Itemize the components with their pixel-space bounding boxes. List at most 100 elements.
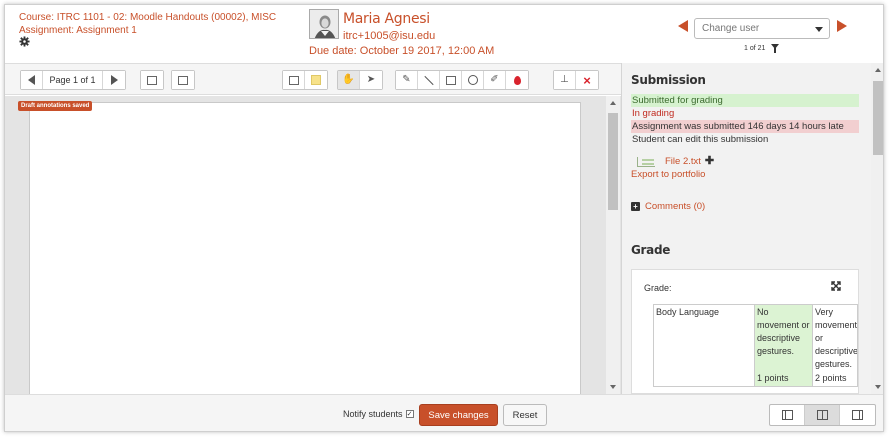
submission-file: File 2.txt ✚ (637, 156, 714, 167)
layout-left-icon (781, 410, 793, 420)
scroll-up-icon[interactable] (610, 101, 616, 105)
comment-tools (282, 70, 328, 90)
pan-tool-button[interactable]: ✋ (338, 71, 360, 89)
expand-comments-group (171, 70, 195, 90)
rubric-table: Body Language No movement or descriptive… (653, 304, 858, 387)
table-row: Body Language No movement or descriptive… (653, 304, 858, 387)
cursor-icon: ➤ (366, 74, 376, 85)
file-link[interactable]: File 2.txt (665, 156, 701, 167)
highlight-tool-button[interactable]: ✐ (484, 71, 506, 89)
expand-plus-icon: + (631, 202, 640, 211)
filter-icon[interactable] (771, 44, 779, 53)
change-user-select[interactable]: Change user (694, 18, 830, 39)
sticky-note-icon (311, 75, 321, 85)
rubric-level-2[interactable]: Very movement or descriptive gestures. 2… (812, 304, 858, 387)
status-late: Assignment was submitted 146 days 14 hou… (631, 120, 859, 133)
export-portfolio-link[interactable]: Export to portfolio (631, 169, 705, 180)
grade-box: Grade: Body Language No movement or desc… (631, 269, 859, 394)
rectangle-icon (445, 75, 456, 85)
previous-page-button[interactable] (21, 71, 43, 89)
scroll-down-icon[interactable] (610, 385, 616, 389)
highlighter-icon: ✐ (490, 74, 499, 85)
collapse-review-panel-button[interactable] (840, 405, 875, 425)
notify-checkbox[interactable]: ✓ (405, 410, 414, 418)
gear-icon[interactable] (19, 36, 30, 47)
stamp-tool-button[interactable]: ⊥ (554, 71, 576, 89)
rubric-criterion: Body Language (653, 304, 755, 387)
save-changes-button[interactable]: Save changes (419, 404, 498, 426)
page-select[interactable]: Page 1 of 1 (43, 71, 103, 89)
user-pager-count: 1 of 21 (744, 45, 766, 52)
annotation-color-button[interactable] (506, 71, 528, 89)
rubric-level-1-text: No movement or descriptive gestures. (757, 307, 810, 356)
page-navigation: Page 1 of 1 (20, 70, 126, 90)
previous-user-arrow-icon[interactable] (678, 20, 688, 32)
close-icon: × (583, 72, 591, 88)
comment-tool-button[interactable] (283, 71, 305, 89)
comment-color-button[interactable] (305, 71, 327, 89)
reset-button[interactable]: Reset (503, 404, 547, 426)
rubric-level-2-points: 2 points (815, 373, 847, 383)
assignment-link[interactable]: Assignment: Assignment 1 (19, 24, 276, 37)
layout-split-icon (816, 410, 828, 420)
pointer-tools: ✋ ➤ (337, 70, 383, 90)
select-tool-button[interactable]: ➤ (360, 71, 382, 89)
avatar[interactable] (309, 9, 339, 39)
chevron-right-icon (110, 75, 118, 85)
draft-saved-badge: Draft annotations saved (18, 101, 93, 111)
oval-tool-button[interactable] (462, 71, 484, 89)
line-tool-button[interactable] (418, 71, 440, 89)
grade-heading: Grade (631, 243, 671, 257)
stamp-icon: ⊥ (560, 74, 569, 85)
chevron-down-icon (815, 27, 823, 32)
file-tree-icon (637, 156, 655, 167)
fullscreen-icon[interactable] (831, 281, 841, 291)
delete-annotation-button[interactable]: × (576, 71, 598, 89)
collapse-grade-panel-button[interactable] (770, 405, 805, 425)
default-layout-button[interactable] (805, 405, 840, 425)
pen-icon: ✎ (402, 74, 411, 85)
comment-icon (288, 75, 299, 85)
user-name[interactable]: Maria Agnesi (343, 11, 430, 27)
expand-comments-icon (178, 75, 188, 85)
grader-footer: Notify students ✓ Save changes Reset (5, 394, 883, 431)
status-editable: Student can edit this submission (632, 134, 769, 145)
rubric-level-1[interactable]: No movement or descriptive gestures. 1 p… (754, 304, 813, 387)
submission-heading: Submission (631, 73, 706, 87)
notify-students: Notify students ✓ (343, 409, 414, 419)
search-comments-button[interactable] (141, 71, 163, 89)
pen-tool-button[interactable]: ✎ (396, 71, 418, 89)
annotation-toolbar: Page 1 of 1 ✋ ➤ ✎ ✐ ⊥ × (5, 63, 621, 95)
chevron-left-icon (28, 75, 35, 85)
document-scrollbar[interactable] (606, 96, 620, 394)
course-link[interactable]: Course: ITRC 1101 - 02: Moodle Handouts … (19, 11, 276, 24)
course-info: Course: ITRC 1101 - 02: Moodle Handouts … (19, 11, 276, 37)
document-scroll-thumb[interactable] (608, 113, 618, 210)
hand-icon: ✋ (342, 74, 355, 85)
rectangle-tool-button[interactable] (440, 71, 462, 89)
grade-label: Grade: (644, 283, 672, 293)
comments-label: Comments (0) (645, 201, 706, 212)
notify-label: Notify students (343, 409, 403, 419)
grader-header: Course: ITRC 1101 - 02: Moodle Handouts … (5, 5, 883, 63)
color-drop-icon (513, 75, 521, 85)
document-page[interactable] (29, 102, 581, 397)
scroll-up-icon[interactable] (875, 68, 881, 72)
scroll-down-icon[interactable] (875, 385, 881, 389)
search-comments-icon (147, 75, 157, 85)
comments-toggle[interactable]: + Comments (0) (631, 201, 705, 212)
stamp-tools: ⊥ × (553, 70, 599, 90)
next-page-button[interactable] (103, 71, 125, 89)
next-user-arrow-icon[interactable] (837, 20, 847, 32)
grader-window: Course: ITRC 1101 - 02: Moodle Handouts … (4, 4, 884, 432)
side-scroll-thumb[interactable] (873, 81, 883, 155)
search-comments-group (140, 70, 164, 90)
document-viewer[interactable]: Draft annotations saved (5, 96, 621, 397)
side-panel-scrollbar[interactable] (871, 63, 883, 394)
change-user-placeholder: Change user (702, 23, 760, 34)
expand-comments-button[interactable] (172, 71, 194, 89)
drawing-tools: ✎ ✐ (395, 70, 529, 90)
rubric-level-1-points: 1 points (757, 373, 789, 383)
status-grading: In grading (632, 108, 675, 119)
plus-icon[interactable]: ✚ (705, 156, 714, 167)
